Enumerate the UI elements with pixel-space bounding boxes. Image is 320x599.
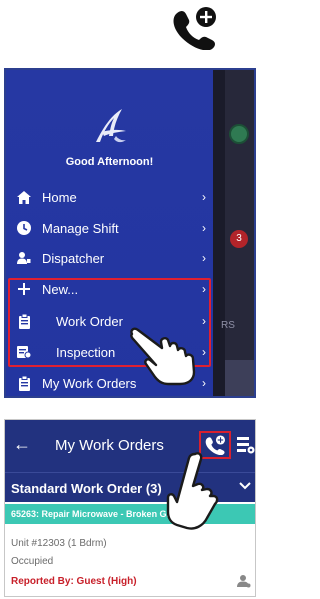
background-text: RS [221, 320, 235, 331]
clipboard-icon [16, 375, 32, 391]
count-badge: 3 [230, 230, 248, 248]
occupancy-text: Occupied [11, 556, 54, 567]
my-work-orders-screenshot: ← My Work Orders Standard Work Order (3)… [4, 419, 256, 597]
menu-item-dispatcher[interactable]: Dispatcher › [16, 247, 206, 269]
page-title: My Work Orders [55, 437, 164, 454]
chevron-right-icon: › [202, 221, 206, 235]
chevron-right-icon: › [202, 190, 206, 204]
app-logo-icon [96, 109, 126, 143]
chevron-right-icon: › [202, 251, 206, 265]
background-screen: 3 RS [213, 70, 254, 396]
status-icon [229, 124, 249, 144]
home-icon [16, 189, 32, 205]
chevron-down-icon[interactable] [239, 480, 251, 492]
menu-item-manage-shift[interactable]: Manage Shift › [16, 217, 206, 239]
back-arrow-icon[interactable]: ← [13, 434, 31, 454]
phone-add-icon [173, 7, 216, 50]
clock-icon [16, 220, 32, 236]
reported-by-text: Reported By: Guest (High) [11, 576, 137, 587]
pointing-hand-icon [130, 327, 196, 386]
menu-item-home[interactable]: Home › [16, 186, 206, 208]
greeting-text: Good Afternoon! [65, 156, 154, 168]
section-title: Standard Work Order (3) [11, 481, 162, 496]
person-icon [237, 575, 251, 588]
pointing-hand-icon [166, 452, 219, 530]
list-settings-icon[interactable] [237, 435, 255, 455]
navigation-drawer-screenshot: 3 RS Good Afternoon! Home › Manage Shift… [4, 68, 256, 398]
dispatcher-icon [16, 250, 32, 266]
unit-text: Unit #12303 (1 Bdrm) [11, 538, 107, 549]
